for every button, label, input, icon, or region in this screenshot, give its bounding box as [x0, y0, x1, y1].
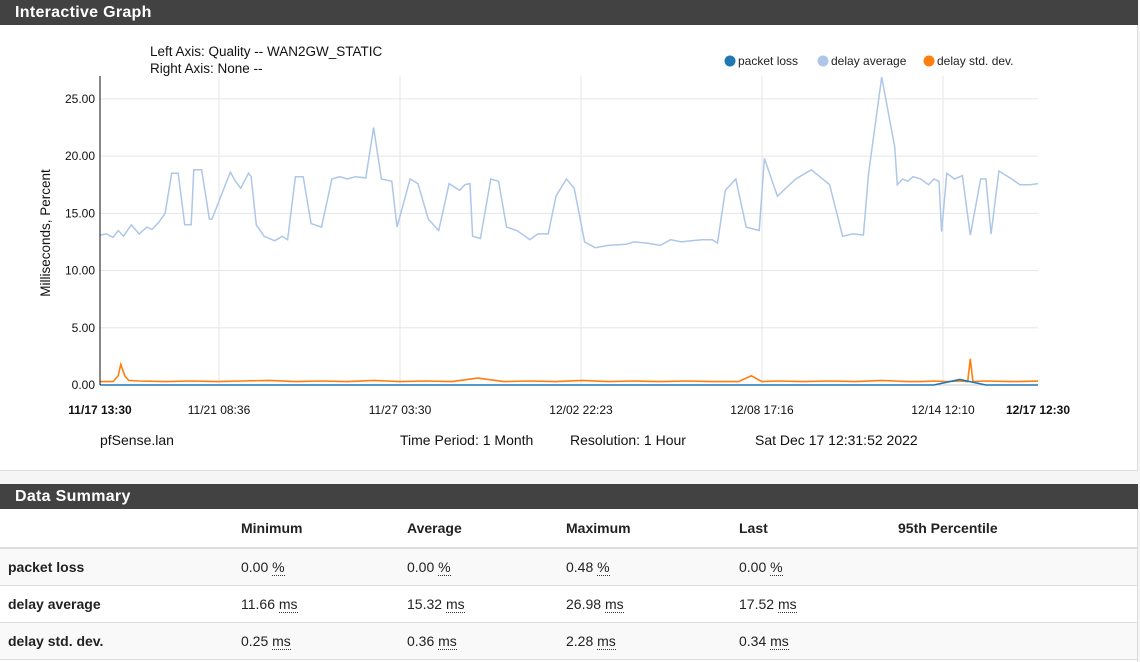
resolution: Resolution: 1 Hour [570, 432, 686, 448]
value: 11.66 [241, 596, 275, 612]
summary-header-minimum: Minimum [241, 509, 407, 549]
unit-abbr: ms [777, 596, 797, 613]
unit-abbr: % [597, 559, 610, 576]
unit-abbr: ms [272, 633, 291, 650]
cell-average: 15.32 ms [407, 585, 566, 623]
summary-table: Minimum Average Maximum Last 95th Percen… [0, 509, 1137, 660]
table-row: delay std. dev. 0.25 ms 0.36 ms 2.28 ms … [0, 622, 1137, 660]
cell-maximum: 0.48 % [566, 548, 739, 586]
series-lines [99, 76, 1039, 386]
cell-maximum: 26.98 ms [566, 585, 739, 623]
cell-minimum: 11.66 ms [241, 585, 407, 623]
cell-minimum: 0.00 % [241, 548, 407, 586]
unit-abbr: % [438, 559, 451, 576]
unit-abbr: ms [770, 633, 789, 650]
value: 0.36 [407, 633, 435, 649]
value: 15.32 [407, 596, 443, 612]
y-tick-label: 25.00 [65, 92, 95, 106]
x-tick-label: 11/17 13:30 [68, 403, 132, 417]
y-tick-label: 15.00 [65, 206, 95, 220]
legend-swatch [817, 55, 829, 67]
legend-item[interactable]: delay std. dev. [923, 54, 1014, 68]
x-tick-label: 12/02 22:23 [549, 403, 613, 417]
summary-header-last: Last [739, 509, 898, 549]
legend-swatch [724, 55, 736, 67]
value: 0.25 [241, 633, 269, 649]
right-axis-info: Right Axis: None -- [150, 61, 263, 76]
legend[interactable]: packet loss delay average delay std. dev. [724, 54, 1014, 68]
row-name: delay std. dev. [0, 622, 241, 660]
x-tick-label: 12/14 12:10 [911, 403, 975, 417]
x-tick-label: 11/21 08:36 [188, 403, 251, 417]
table-row: delay average 11.66 ms 15.32 ms 26.98 ms… [0, 585, 1137, 623]
summary-header-average: Average [407, 509, 566, 549]
unit-abbr: ms [604, 596, 624, 613]
value: 0.34 [739, 633, 767, 649]
summary-panel-title: Data Summary [0, 484, 1138, 509]
value: 0.00 [739, 559, 767, 575]
unit-abbr: ms [597, 633, 616, 650]
legend-label: delay std. dev. [937, 54, 1014, 68]
unit-abbr: % [770, 559, 783, 576]
cell-last: 0.00 % [739, 548, 898, 586]
grid [100, 76, 1038, 386]
summary-header-row: Minimum Average Maximum Last 95th Percen… [0, 509, 1137, 549]
cell-minimum: 0.25 ms [241, 622, 407, 660]
y-tick-label: 5.00 [72, 321, 96, 335]
row-name: delay average [0, 585, 241, 623]
cell-last: 0.34 ms [739, 622, 898, 660]
cell-average: 0.36 ms [407, 622, 566, 660]
y-tick-label: 10.00 [65, 264, 95, 278]
row-name: packet loss [0, 548, 241, 586]
summary-panel-body: Minimum Average Maximum Last 95th Percen… [0, 509, 1138, 662]
y-tick-labels: 0.00 5.00 10.00 15.00 20.00 25.00 [65, 92, 95, 392]
cell-last: 17.52 ms [739, 585, 898, 623]
legend-label: packet loss [738, 54, 798, 68]
x-tick-labels: 11/17 13:30 11/21 08:36 11/27 03:30 12/02 2… [68, 403, 1070, 417]
graph-panel-title: Interactive Graph [0, 0, 1138, 25]
x-tick-label: 11/27 03:30 [369, 403, 432, 417]
cell-95th [898, 548, 1137, 586]
summary-header-maximum: Maximum [566, 509, 739, 549]
series-line-delay-std-dev-[interactable] [100, 358, 1039, 383]
value: 0.48 [566, 559, 594, 575]
unit-abbr: ms [445, 596, 465, 613]
series-line-delay-average[interactable] [99, 76, 1039, 249]
value: 0.00 [407, 559, 435, 575]
x-tick-label: 12/08 17:16 [730, 403, 794, 417]
value: 26.98 [566, 596, 602, 612]
unit-abbr: % [272, 559, 285, 576]
legend-label: delay average [831, 54, 907, 68]
host-name: pfSense.lan [100, 432, 174, 448]
timestamp: Sat Dec 17 12:31:52 2022 [755, 432, 918, 448]
cell-average: 0.00 % [407, 548, 566, 586]
legend-item[interactable]: delay average [817, 54, 907, 68]
legend-item[interactable]: packet loss [724, 54, 799, 68]
summary-header-95th: 95th Percentile [898, 509, 1137, 549]
cell-95th [898, 585, 1137, 623]
y-tick-label: 20.00 [65, 149, 95, 163]
left-axis-info: Left Axis: Quality -- WAN2GW_STATIC [150, 44, 383, 59]
cell-maximum: 2.28 ms [566, 622, 739, 660]
y-tick-label: 0.00 [72, 378, 96, 392]
cell-95th [898, 622, 1137, 660]
time-period: Time Period: 1 Month [400, 432, 533, 448]
value: 17.52 [739, 596, 775, 612]
summary-header-blank [0, 509, 241, 549]
y-axis-title: Milliseconds, Percent [38, 169, 53, 297]
unit-abbr: ms [278, 596, 298, 613]
unit-abbr: ms [438, 633, 457, 650]
x-tick-label: 12/17 12:30 [1006, 403, 1070, 417]
graph-panel-body: 0.00 5.00 10.00 15.00 20.00 25.00 11/17 13:30… [0, 25, 1138, 471]
legend-swatch [923, 55, 935, 67]
quality-chart[interactable]: 0.00 5.00 10.00 15.00 20.00 25.00 11/17 13:30… [0, 25, 1137, 470]
value: 0.00 [241, 559, 269, 575]
table-row: packet loss 0.00 % 0.00 % 0.48 % 0.00 % [0, 548, 1137, 586]
value: 2.28 [566, 633, 594, 649]
